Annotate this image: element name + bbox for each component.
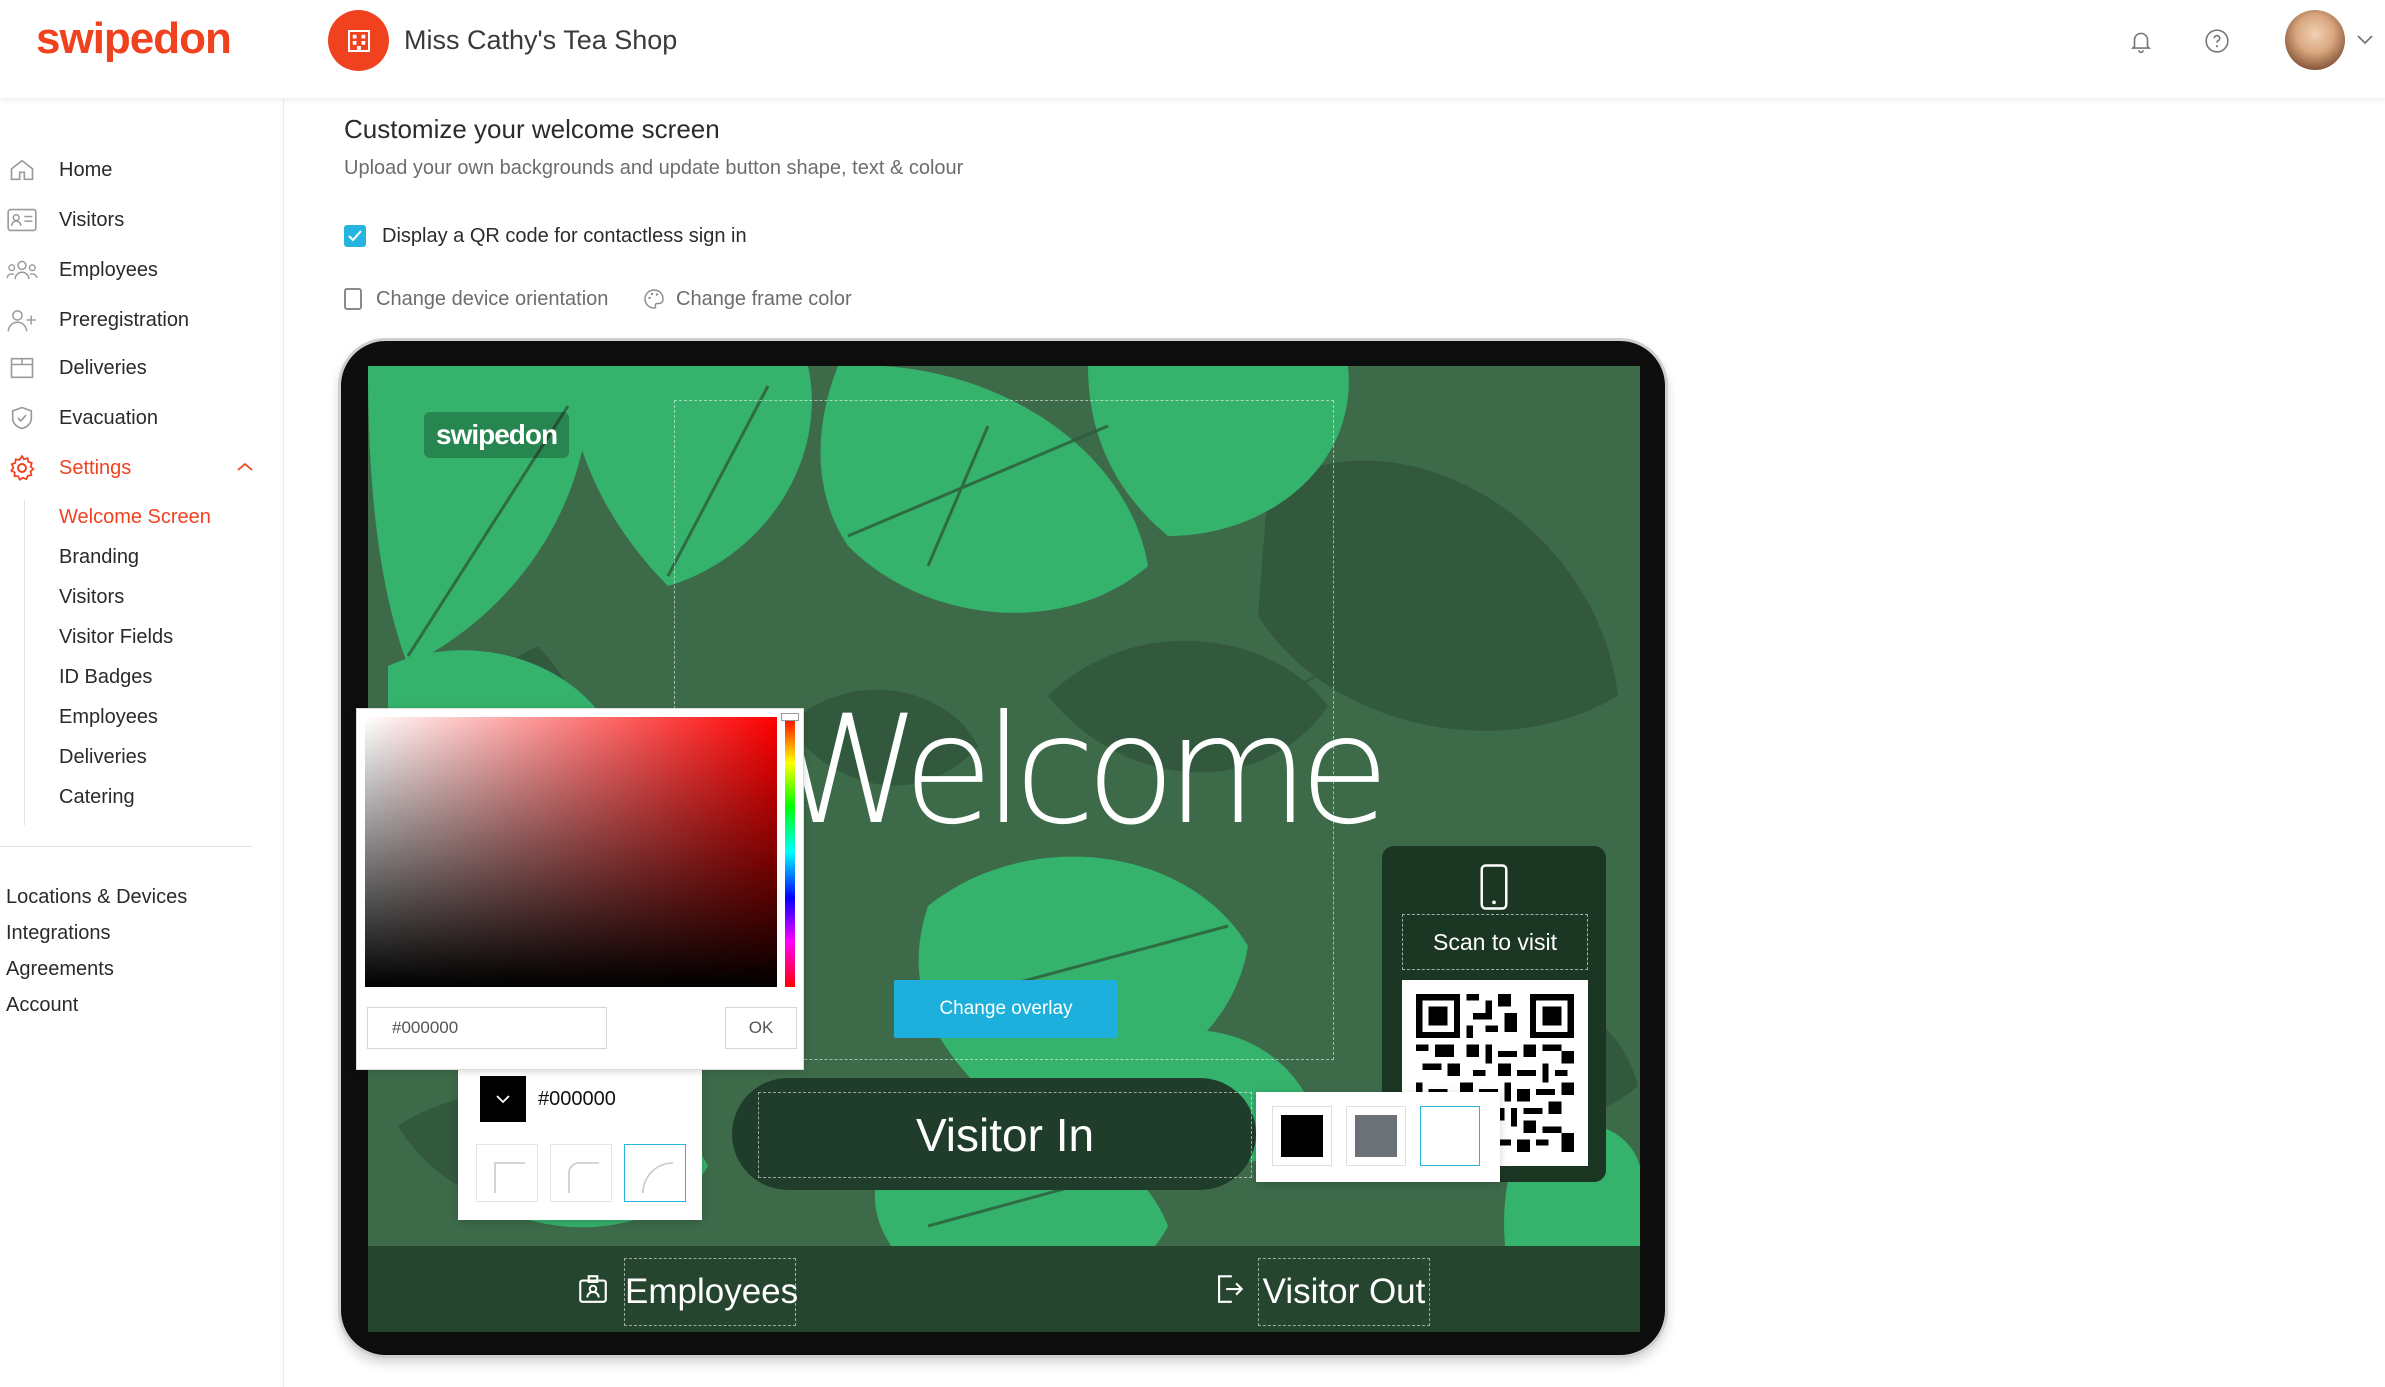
sidebar-subitem-employees[interactable]: Employees [59, 706, 158, 729]
sidebar-subitem-id-badges[interactable]: ID Badges [59, 666, 152, 689]
saturation-area[interactable] [365, 717, 777, 987]
change-orientation-link[interactable]: Change device orientation [376, 288, 608, 311]
sidebar-item-preregistration[interactable]: Preregistration [0, 300, 284, 340]
chevron-up-icon[interactable] [236, 460, 254, 478]
sidebar-divider [0, 846, 252, 847]
bell-icon[interactable] [2124, 24, 2158, 58]
preview-swipedon-logo[interactable]: swipedon [424, 412, 570, 458]
sidebar-item-settings[interactable]: Settings [0, 448, 284, 488]
shield-icon [6, 402, 38, 434]
help-question-icon[interactable] [2200, 24, 2234, 58]
visitor-out-button[interactable]: Visitor Out [1258, 1258, 1430, 1326]
user-avatar[interactable] [2285, 10, 2345, 70]
sidebar-item-home[interactable]: Home [0, 150, 284, 190]
visitor-in-label[interactable]: Visitor In [758, 1092, 1252, 1178]
link-agreements[interactable]: Agreements [6, 958, 114, 981]
sidebar-subitem-welcome-screen[interactable]: Welcome Screen [59, 506, 211, 529]
tablet-orientation-icon[interactable] [344, 288, 362, 310]
user-plus-icon [6, 304, 38, 336]
submenu-line [24, 500, 25, 825]
hex-color-input[interactable]: #000000 [367, 1007, 607, 1049]
sidebar-subitem-branding[interactable]: Branding [59, 546, 139, 569]
sidebar-item-deliveries[interactable]: Deliveries [0, 348, 284, 388]
qr-code-checkbox-label[interactable]: Display a QR code for contactless sign i… [382, 225, 747, 248]
hue-slider-handle[interactable] [781, 713, 799, 721]
sidebar-subitem-visitors[interactable]: Visitors [59, 586, 124, 609]
scan-to-visit-label[interactable]: Scan to visit [1402, 914, 1588, 970]
link-locations-devices[interactable]: Locations & Devices [6, 886, 187, 909]
color-picker-popup: #000000 OK [356, 708, 804, 1070]
chevron-down-icon[interactable] [2355, 32, 2375, 51]
palette-icon[interactable] [642, 287, 666, 316]
shop-name[interactable]: Miss Cathy's Tea Shop [404, 25, 677, 56]
employees-button[interactable]: Employees [624, 1258, 798, 1326]
ok-button[interactable]: OK [725, 1007, 797, 1049]
sidebar-subitem-visitor-fields[interactable]: Visitor Fields [59, 626, 173, 649]
page-title: Customize your welcome screen [344, 114, 720, 144]
text-color-panel [1256, 1092, 1500, 1182]
home-icon [6, 154, 38, 186]
shape-rounded-option[interactable] [550, 1144, 612, 1202]
link-account[interactable]: Account [6, 994, 78, 1017]
sidebar-subitem-deliveries[interactable]: Deliveries [59, 746, 147, 769]
people-icon [6, 254, 38, 286]
button-color-chip[interactable] [480, 1076, 526, 1122]
shape-pill-option[interactable] [624, 1144, 686, 1202]
text-color-white-swatch[interactable] [1420, 1106, 1480, 1166]
box-icon [6, 352, 38, 384]
button-color-hex[interactable]: #000000 [538, 1088, 616, 1111]
top-header: swipedon Miss Cathy's Tea Shop [0, 0, 2385, 98]
building-icon[interactable] [328, 10, 389, 71]
sidebar-item-visitors[interactable]: Visitors [0, 200, 284, 240]
welcome-heading[interactable]: Welcome [776, 696, 1390, 846]
sidebar: Home Visitors Employees Preregistration … [0, 98, 284, 1387]
sidebar-item-employees[interactable]: Employees [0, 250, 284, 290]
gear-icon [6, 452, 38, 484]
sidebar-subitem-catering[interactable]: Catering [59, 786, 135, 809]
preview-bottom-bar [368, 1246, 1640, 1332]
page-subtitle: Upload your own backgrounds and update b… [344, 157, 964, 179]
text-color-gray-swatch[interactable] [1346, 1106, 1406, 1166]
hue-slider[interactable] [785, 717, 795, 987]
id-card-icon [6, 204, 38, 236]
change-overlay-button[interactable]: Change overlay [894, 980, 1118, 1038]
sign-out-icon [1212, 1272, 1246, 1311]
employee-badge-icon [576, 1272, 610, 1311]
qr-code-checkbox[interactable] [344, 225, 366, 247]
link-integrations[interactable]: Integrations [6, 922, 111, 945]
swipedon-logo[interactable]: swipedon [36, 14, 232, 64]
text-color-black-swatch[interactable] [1272, 1106, 1332, 1166]
change-frame-color-link[interactable]: Change frame color [676, 288, 852, 311]
phone-icon [1478, 864, 1510, 915]
sidebar-item-evacuation[interactable]: Evacuation [0, 398, 284, 438]
button-style-panel: #000000 [458, 1070, 702, 1220]
shape-square-option[interactable] [476, 1144, 538, 1202]
